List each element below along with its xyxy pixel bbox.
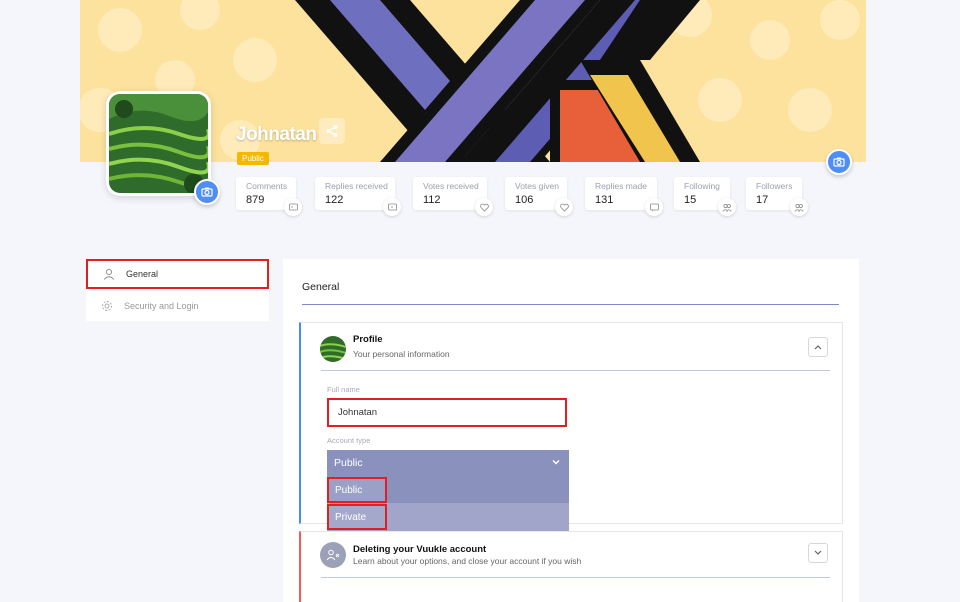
delete-account-card: Deleting your Vuukle account Learn about… [299,531,843,602]
sidebar-item-label: Security and Login [124,301,199,311]
stat-value: 879 [246,194,265,206]
expand-delete-button[interactable] [808,543,828,563]
full-name-label: Full name [327,385,360,394]
chevron-down-icon [552,459,560,465]
account-type-dropdown: Public Private [327,476,569,532]
stat-votes-given[interactable]: Votes given 106 [505,177,573,216]
divider [321,577,830,578]
stat-replies-made[interactable]: Replies made 131 [585,177,663,216]
stat-followers[interactable]: Followers 17 [746,177,808,216]
sidebar-item-general[interactable]: General [86,259,269,289]
stat-label: Votes received [423,181,479,191]
stat-label: Replies made [595,181,647,191]
stat-label: Following [684,181,720,191]
stat-value: 15 [684,194,697,206]
collapse-profile-button[interactable] [808,337,828,357]
profile-avatar[interactable] [106,91,211,196]
gear-icon [100,299,114,313]
full-name-input[interactable]: Johnatan [327,398,567,427]
stat-value: 106 [515,194,534,206]
page-title: General [302,281,340,293]
profile-card: Profile Your personal information Full n… [299,322,843,532]
share-icon[interactable] [319,118,345,144]
users-icon [718,198,736,216]
visibility-badge: Public [237,152,269,165]
stat-following[interactable]: Following 15 [674,177,736,216]
delete-card-title: Deleting your Vuukle account [353,544,487,555]
divider [302,304,839,305]
stat-label: Comments [246,181,288,191]
delete-card-subtitle: Learn about your options, and close your… [353,556,582,566]
stat-replies-received[interactable]: Replies received 122 [315,177,401,216]
change-cover-camera-icon[interactable] [826,149,852,175]
remove-user-icon [320,542,346,568]
stat-value: 131 [595,194,614,206]
chevron-down-icon [814,550,822,555]
stat-value: 122 [325,194,344,206]
sidebar-item-label: General [126,269,159,279]
heart-out-icon [555,198,573,216]
chat-icon [645,198,663,216]
change-avatar-camera-icon[interactable] [194,179,220,205]
stat-label: Votes given [515,181,559,191]
stat-value: 17 [756,194,769,206]
account-type-option-public[interactable]: Public [327,477,387,503]
profile-card-subtitle: Your personal information [353,349,450,359]
account-type-option-private[interactable]: Private [327,504,387,530]
profile-card-avatar [320,336,346,362]
account-type-value: Public [334,457,363,469]
users-icon [790,198,808,216]
account-type-select[interactable]: Public [327,450,569,476]
chevron-up-icon [814,345,822,350]
stat-value: 112 [423,194,441,206]
reply-icon [284,198,302,216]
stat-label: Followers [756,181,793,191]
stat-label: Replies received [325,181,388,191]
profile-username: Johnatan [236,124,317,145]
account-type-label: Account type [327,436,371,445]
divider [321,370,830,371]
stat-comments[interactable]: Comments 879 [236,177,302,216]
profile-card-title: Profile [353,334,383,345]
main-panel: General Profile Your personal informatio… [283,259,859,602]
reply-in-icon [383,198,401,216]
heart-in-icon [475,198,493,216]
stat-votes-received[interactable]: Votes received 112 [413,177,493,216]
user-icon [102,267,116,281]
sidebar-item-security[interactable]: Security and Login [86,291,269,321]
